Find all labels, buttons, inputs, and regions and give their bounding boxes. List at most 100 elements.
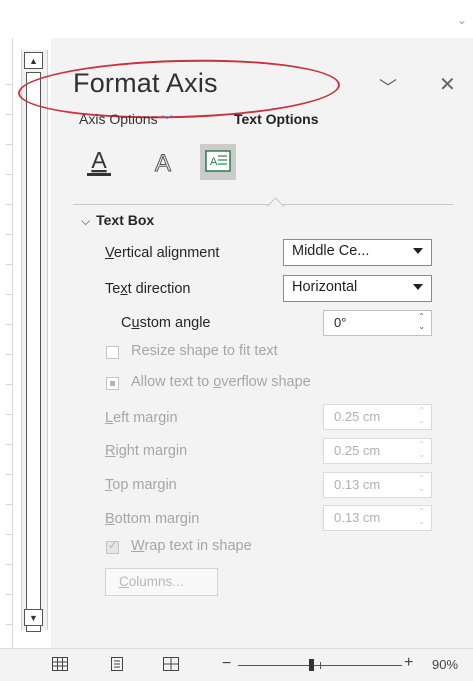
vertical-alignment-label: Vertical alignment [105, 245, 219, 261]
custom-angle-value: 0° [334, 315, 347, 330]
access-key: B [105, 511, 115, 527]
tab-axis-options[interactable]: Axis Options ﹀ [79, 111, 173, 127]
top-margin-spinner[interactable]: 0.13 cm ⌃ ⌄ [323, 472, 432, 498]
chevron-down-icon[interactable]: ﹀ [162, 115, 173, 127]
access-key: u [131, 315, 140, 331]
zoom-out-button[interactable]: − [222, 655, 231, 673]
vertical-alignment-select[interactable]: Middle Ce... [283, 239, 432, 266]
spinner-arrows-icon[interactable]: ⌃ ⌄ [418, 507, 425, 527]
top-chevron-icon[interactable]: ⌄ [457, 13, 467, 27]
access-key: R [105, 443, 116, 459]
label-part: Allow text to [131, 374, 214, 390]
bottom-margin-spinner[interactable]: 0.13 cm ⌃ ⌄ [323, 505, 432, 531]
row-divider [6, 264, 12, 265]
label-rest: rap text in shape [144, 538, 252, 554]
right-margin-value: 0.25 cm [334, 443, 381, 458]
zoom-slider-thumb[interactable] [309, 659, 314, 671]
scroll-down-icon[interactable]: ▼ [24, 609, 43, 626]
left-margin-value: 0.25 cm [334, 409, 381, 424]
label-part: t direction [127, 281, 191, 297]
label-part: stom angle [139, 315, 211, 331]
right-margin-spinner[interactable]: 0.25 cm ⌃ ⌄ [323, 438, 432, 464]
text-effects-icon[interactable]: A [145, 144, 181, 180]
label-rest: olumns... [128, 574, 184, 589]
section-label: Text Box [96, 212, 155, 228]
zoom-in-button[interactable]: + [404, 654, 413, 672]
access-key: W [131, 538, 145, 554]
label-part: C [121, 315, 132, 331]
page-layout-view-icon[interactable] [109, 657, 125, 671]
page-break-preview-icon[interactable] [163, 657, 179, 671]
allow-overflow-checkbox[interactable] [106, 377, 119, 390]
chevron-down-icon[interactable]: ﹀ [379, 74, 397, 100]
row-divider [6, 294, 12, 295]
row-divider [6, 534, 12, 535]
row-divider [6, 144, 12, 145]
top-margin-label: Top margin [105, 477, 177, 493]
row-divider [6, 234, 12, 235]
label-part: verflow shape [221, 374, 311, 390]
status-bar: − + 90% [0, 648, 473, 681]
divider [73, 204, 453, 205]
tab-axis-options-label: Axis Options [79, 111, 158, 127]
chevron-down-icon: ⌵ [81, 214, 91, 228]
row-divider [6, 354, 12, 355]
pane-title: Format Axis [73, 68, 218, 98]
resize-shape-checkbox[interactable] [106, 346, 119, 359]
textbox-icon[interactable]: A [200, 144, 236, 180]
left-margin-spinner[interactable]: 0.25 cm ⌃ ⌄ [323, 404, 432, 430]
resize-shape-label: Resize shape to fit text [131, 343, 278, 359]
allow-overflow-label: Allow text to overflow shape [131, 374, 311, 390]
access-key: x [120, 281, 128, 297]
text-direction-select[interactable]: Horizontal [283, 275, 432, 302]
scroll-up-icon[interactable]: ▲ [24, 52, 43, 69]
selected-tab-pointer [266, 197, 285, 216]
access-key: L [105, 410, 114, 426]
right-margin-label: Right margin [105, 443, 187, 459]
options-tabs: Axis Options ﹀ Text Options [79, 111, 319, 128]
row-divider [6, 174, 12, 175]
access-key: V [105, 245, 114, 261]
row-divider [6, 504, 12, 505]
text-direction-label: Text direction [105, 281, 190, 297]
row-divider [6, 414, 12, 415]
access-key: C [119, 574, 129, 589]
text-direction-value: Horizontal [292, 279, 358, 295]
text-fill-outline-icon[interactable]: A [81, 144, 117, 180]
zoom-slider-center-mark [320, 662, 321, 669]
label-rest: ight margin [115, 443, 188, 459]
svg-text:A: A [210, 156, 218, 168]
spinner-arrows-icon[interactable]: ⌃ ⌄ [418, 312, 425, 332]
svg-text:A: A [91, 147, 107, 173]
wrap-text-label: Wrap text in shape [131, 538, 252, 554]
spinner-arrows-icon[interactable]: ⌃ ⌄ [418, 406, 425, 426]
scroll-thumb[interactable] [26, 72, 41, 632]
row-divider [6, 564, 12, 565]
row-divider [6, 384, 12, 385]
sheet-edge [0, 38, 13, 648]
label-rest: op margin [112, 477, 177, 493]
spinner-arrows-icon[interactable]: ⌃ ⌄ [418, 474, 425, 494]
svg-text:A: A [155, 150, 171, 177]
columns-button[interactable]: Columns... [105, 568, 218, 596]
bottom-margin-value: 0.13 cm [334, 510, 381, 525]
dropdown-arrow-icon [413, 248, 423, 254]
row-divider [6, 84, 12, 85]
custom-angle-spinner[interactable]: 0° ⌃ ⌄ [323, 310, 432, 336]
left-margin-label: Left margin [105, 410, 178, 426]
row-divider [6, 324, 12, 325]
close-icon[interactable]: ✕ [439, 72, 456, 97]
row-divider [6, 444, 12, 445]
spinner-arrows-icon[interactable]: ⌃ ⌄ [418, 440, 425, 460]
section-text-box[interactable]: ⌵ Text Box [81, 212, 154, 229]
label-part: Te [105, 281, 121, 297]
label-rest: ottom margin [114, 511, 200, 527]
vertical-scrollbar[interactable]: ▲ ▼ [21, 50, 48, 632]
wrap-text-checkbox[interactable] [106, 539, 119, 554]
format-axis-pane: Format Axis ﹀ ✕ Axis Options ﹀ Text Optio… [17, 38, 473, 648]
tab-text-options[interactable]: Text Options [234, 111, 319, 127]
normal-view-icon[interactable] [52, 657, 68, 671]
zoom-percent[interactable]: 90% [432, 657, 458, 672]
bottom-margin-label: Bottom margin [105, 511, 199, 527]
icon-tabs: A A A [81, 144, 251, 182]
